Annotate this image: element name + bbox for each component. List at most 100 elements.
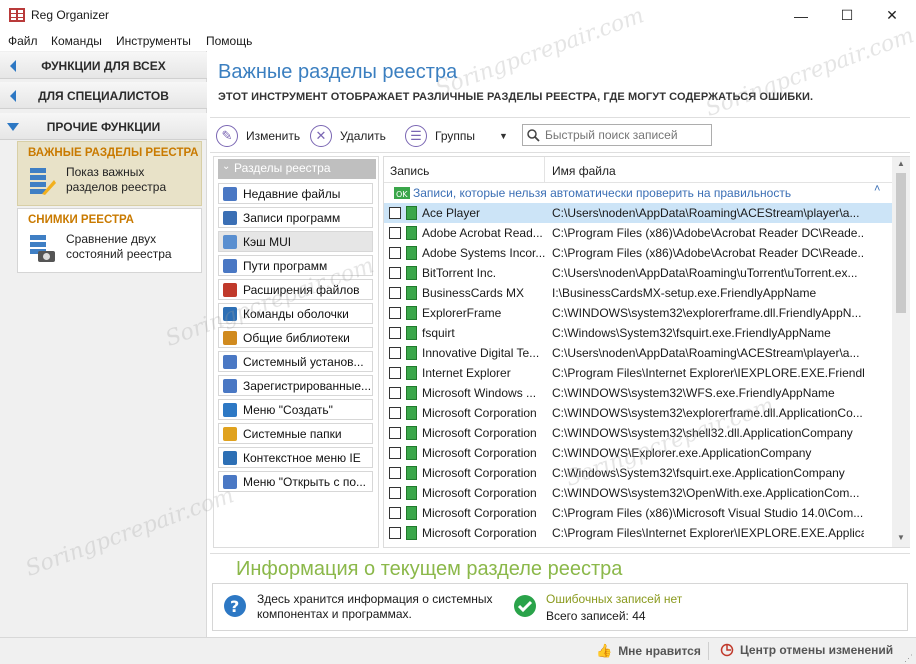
close-button[interactable]: ✕ bbox=[869, 0, 915, 31]
resize-grip-icon[interactable]: ⋰ bbox=[904, 653, 913, 664]
section-item[interactable]: Зарегистрированные... bbox=[218, 375, 373, 396]
menu-file[interactable]: Файл bbox=[8, 34, 38, 48]
scroll-down-icon[interactable]: ▼ bbox=[897, 533, 905, 542]
collapse-icon: ⌄ bbox=[222, 161, 231, 172]
row-checkbox[interactable] bbox=[389, 427, 401, 439]
vertical-scrollbar[interactable]: ▲ ▼ bbox=[892, 157, 910, 547]
table-row[interactable]: Microsoft Corporation C:\Program Files (x… bbox=[384, 503, 892, 523]
section-item-label: Системный установ... bbox=[243, 355, 364, 369]
like-button[interactable]: 👍 Мне нравится bbox=[596, 643, 701, 659]
title-bar: Reg Organizer — ☐ ✕ bbox=[0, 0, 916, 31]
table-row[interactable]: Internet Explorer C:\Program Files\Intern… bbox=[384, 363, 892, 383]
menu-commands[interactable]: Команды bbox=[51, 34, 102, 48]
table-row[interactable]: Ace Player C:\Users\noden\AppData\Roaming… bbox=[384, 203, 892, 223]
table-row[interactable]: Innovative Digital Te... C:\Users\noden\A… bbox=[384, 343, 892, 363]
column-header-record[interactable]: Запись bbox=[390, 164, 429, 178]
row-checkbox[interactable] bbox=[389, 267, 401, 279]
menu-tools[interactable]: Инструменты bbox=[116, 34, 191, 48]
table-row[interactable]: Adobe Acrobat Read... C:\Program Files (x… bbox=[384, 223, 892, 243]
row-checkbox[interactable] bbox=[389, 247, 401, 259]
undo-center-button[interactable]: Центр отмены изменений bbox=[720, 643, 893, 657]
row-checkbox[interactable] bbox=[389, 467, 401, 479]
filename-cell: C:\Program Files (x86)\Adobe\Acrobat Rea… bbox=[552, 246, 864, 260]
minimize-button[interactable]: — bbox=[778, 0, 824, 31]
section-item[interactable]: Расширения файлов bbox=[218, 279, 373, 300]
table-row[interactable]: Microsoft Corporation C:\WINDOWS\system32… bbox=[384, 483, 892, 503]
table-row[interactable]: Microsoft Windows ... C:\WINDOWS\system32… bbox=[384, 383, 892, 403]
row-checkbox[interactable] bbox=[389, 307, 401, 319]
registry-sections-icon bbox=[30, 168, 56, 195]
registry-entry-icon bbox=[406, 386, 417, 400]
sections-list-header[interactable]: ⌄ Разделы реестра bbox=[218, 159, 376, 179]
search-box[interactable] bbox=[522, 124, 712, 146]
section-item[interactable]: Контекстное меню IE bbox=[218, 447, 373, 468]
check-icon bbox=[514, 595, 536, 617]
section-item[interactable]: Пути программ bbox=[218, 255, 373, 276]
maximize-button[interactable]: ☐ bbox=[824, 0, 870, 31]
card-important-sections[interactable]: ВАЖНЫЕ РАЗДЕЛЫ РЕЕСТРА Показ важных разд… bbox=[17, 141, 202, 206]
scroll-thumb[interactable] bbox=[896, 173, 906, 313]
section-item[interactable]: Меню "Создать" bbox=[218, 399, 373, 420]
collapse-group-icon[interactable]: ˄ bbox=[874, 183, 880, 195]
section-item[interactable]: Записи программ bbox=[218, 207, 373, 228]
table-row[interactable]: Adobe Systems Incor... C:\Program Files (… bbox=[384, 243, 892, 263]
sidebar-section-other[interactable]: ПРОЧИЕ ФУНКЦИИ bbox=[0, 113, 207, 140]
delete-button[interactable]: ✕ Удалить bbox=[310, 123, 386, 149]
registry-entry-icon bbox=[406, 306, 417, 320]
row-checkbox[interactable] bbox=[389, 527, 401, 539]
error-status: Ошибочных записей нет bbox=[546, 592, 683, 606]
search-input[interactable] bbox=[543, 127, 708, 143]
row-checkbox[interactable] bbox=[389, 447, 401, 459]
table-row[interactable]: BusinessCards MX I:\BusinessCardsMX-setup… bbox=[384, 283, 892, 303]
table-row[interactable]: fsquirt C:\Windows\System32\fsquirt.exe.F… bbox=[384, 323, 892, 343]
section-item-label: Контекстное меню IE bbox=[243, 451, 361, 465]
status-bar: 👍 Мне нравится Центр отмены изменений ⋰ bbox=[0, 637, 916, 664]
scroll-up-icon[interactable]: ▲ bbox=[897, 159, 905, 168]
svg-text:?: ? bbox=[230, 597, 239, 616]
sidebar-section-for-all[interactable]: ФУНКЦИИ ДЛЯ ВСЕХ bbox=[0, 52, 207, 79]
row-checkbox[interactable] bbox=[389, 407, 401, 419]
sidebar: ФУНКЦИИ ДЛЯ ВСЕХ ДЛЯ СПЕЦИАЛИСТОВ ПРОЧИЕ… bbox=[0, 51, 207, 664]
svg-text:OK: OK bbox=[396, 190, 408, 199]
groups-dropdown-arrow[interactable]: ▼ bbox=[499, 123, 508, 149]
table-row[interactable]: BitTorrent Inc. C:\Users\noden\AppData\Ro… bbox=[384, 263, 892, 283]
row-checkbox[interactable] bbox=[389, 287, 401, 299]
card-registry-snapshots[interactable]: СНИМКИ РЕЕСТРА Сравнение двух состояний … bbox=[17, 208, 202, 273]
table-row[interactable]: Microsoft Corporation C:\Windows\System32… bbox=[384, 463, 892, 483]
section-item[interactable]: Общие библиотеки bbox=[218, 327, 373, 348]
table-row[interactable]: Microsoft Corporation C:\WINDOWS\system32… bbox=[384, 423, 892, 443]
row-checkbox[interactable] bbox=[389, 367, 401, 379]
section-item[interactable]: Системные папки bbox=[218, 423, 373, 444]
card-title: СНИМКИ РЕЕСТРА bbox=[28, 214, 134, 226]
filename-cell: C:\Users\noden\AppData\Roaming\ACEStream… bbox=[552, 206, 860, 220]
groups-button[interactable]: ☰ Группы bbox=[405, 123, 475, 149]
row-checkbox[interactable] bbox=[389, 507, 401, 519]
table-row[interactable]: Microsoft Corporation C:\Program Files\In… bbox=[384, 523, 892, 543]
row-checkbox[interactable] bbox=[389, 327, 401, 339]
section-item[interactable]: Кэш MUI bbox=[218, 231, 373, 252]
group-header[interactable]: OK Записи, которые нельзя автоматически … bbox=[394, 183, 880, 202]
card-title: ВАЖНЫЕ РАЗДЕЛЫ РЕЕСТРА bbox=[28, 147, 199, 159]
table-row[interactable]: Microsoft Corporation C:\WINDOWS\Explorer… bbox=[384, 443, 892, 463]
like-button-label: Мне нравится bbox=[618, 644, 701, 658]
record-cell: Microsoft Corporation bbox=[422, 426, 537, 440]
row-checkbox[interactable] bbox=[389, 347, 401, 359]
sidebar-section-specialists[interactable]: ДЛЯ СПЕЦИАЛИСТОВ bbox=[0, 82, 207, 109]
total-records: Всего записей: 44 bbox=[546, 609, 646, 623]
column-header-filename[interactable]: Имя файла bbox=[552, 164, 616, 178]
row-checkbox[interactable] bbox=[389, 387, 401, 399]
row-checkbox[interactable] bbox=[389, 227, 401, 239]
table-row[interactable]: Microsoft Corporation C:\WINDOWS\system32… bbox=[384, 403, 892, 423]
column-divider[interactable] bbox=[544, 157, 545, 183]
row-checkbox[interactable] bbox=[389, 487, 401, 499]
section-item[interactable]: Команды оболочки bbox=[218, 303, 373, 324]
record-cell: Ace Player bbox=[422, 206, 481, 220]
menu-help[interactable]: Помощь bbox=[206, 34, 252, 48]
section-item[interactable]: Меню "Открыть с по... bbox=[218, 471, 373, 492]
row-checkbox[interactable] bbox=[389, 207, 401, 219]
groups-button-label: Группы bbox=[435, 129, 475, 143]
table-row[interactable]: ExplorerFrame C:\WINDOWS\system32\explore… bbox=[384, 303, 892, 323]
section-item[interactable]: Системный установ... bbox=[218, 351, 373, 372]
section-item[interactable]: Недавние файлы bbox=[218, 183, 373, 204]
edit-button[interactable]: ✎ Изменить bbox=[216, 123, 300, 149]
